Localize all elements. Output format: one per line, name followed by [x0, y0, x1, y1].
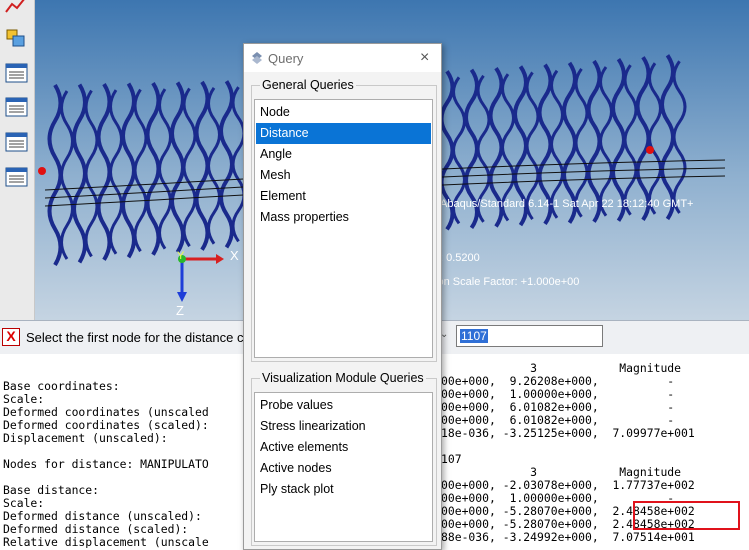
mesh-ring	[660, 54, 675, 221]
report-icon[interactable]	[3, 129, 30, 156]
mesh-ring	[219, 80, 234, 249]
mesh-ring	[182, 87, 197, 248]
xy-plot-icon[interactable]	[3, 0, 30, 19]
general-queries-list[interactable]: Node Distance Angle Mesh Element Mass propert…	[254, 99, 433, 358]
toolbox	[0, 0, 35, 320]
query-item-distance[interactable]: Distance	[256, 123, 431, 144]
mesh-ring	[145, 81, 161, 256]
triad-x-label: X	[230, 248, 239, 263]
mesh-ring	[72, 83, 87, 264]
triad-z-label: Z	[176, 303, 184, 318]
mesh-ring	[574, 67, 589, 218]
visualization-queries-label: Visualization Module Queries	[260, 371, 426, 385]
prompt-text: Select the first node for the distance c	[26, 330, 244, 345]
report-icon[interactable]	[3, 60, 30, 87]
query-item-element[interactable]: Element	[256, 186, 431, 207]
query-item-mass-properties[interactable]: Mass properties	[256, 207, 431, 228]
mesh-ring	[47, 83, 63, 267]
message-value-line: 88e-036, -3.24992e+000, 7.07514e+001	[441, 530, 695, 544]
mesh-ring	[109, 89, 123, 255]
query-item-mesh[interactable]: Mesh	[256, 165, 431, 186]
node-label-input[interactable]: 1107	[456, 325, 603, 347]
close-icon[interactable]: ×	[420, 49, 429, 67]
message-label-line: Nodes for distance: MANIPULATO	[3, 457, 209, 471]
message-value-line: 18e-036, -3.25125e+000, 7.09977e+001	[441, 426, 695, 440]
cancel-procedure-button[interactable]: X	[2, 328, 20, 346]
report-icon[interactable]	[3, 164, 30, 191]
vis-query-item-active-elements[interactable]: Active elements	[256, 437, 431, 458]
mesh-ring	[84, 89, 99, 258]
query-dialog: Query × General Queries Node Distance Angl…	[243, 43, 442, 550]
mesh-ring	[133, 88, 148, 253]
mesh-ring	[623, 64, 638, 216]
viewport-info-line-2: : 0.5200	[440, 252, 480, 264]
mesh-ring	[599, 66, 613, 217]
selected-node-marker[interactable]	[646, 146, 654, 154]
query-item-angle[interactable]: Angle	[256, 144, 431, 165]
viewport-info-line-1: Abaqus/Standard 6.14-1 Sat Apr 22 18:12:…	[440, 198, 694, 210]
mesh-ring	[60, 90, 74, 260]
dialog-title: Query	[268, 51, 304, 66]
mesh-ring	[635, 56, 651, 221]
vis-query-item-ply-stack-plot[interactable]: Ply stack plot	[256, 479, 431, 500]
query-icon	[252, 52, 262, 64]
visualization-queries-list[interactable]: Probe values Stress linearization Active e…	[254, 392, 433, 542]
mesh-ring	[170, 81, 185, 254]
message-label-line: Relative displacement (unscale	[3, 535, 209, 549]
mesh-ring	[207, 86, 221, 245]
mesh-ring	[96, 83, 112, 261]
mesh-ring	[648, 62, 662, 215]
mesh-ring	[672, 60, 687, 214]
dialog-titlebar[interactable]: Query ×	[244, 44, 441, 72]
general-queries-label: General Queries	[260, 78, 356, 92]
distance-highlight-box	[633, 501, 740, 530]
mesh-ring	[158, 88, 172, 250]
node-label-value: 1107	[460, 329, 488, 343]
vis-query-item-active-nodes[interactable]: Active nodes	[256, 458, 431, 479]
vis-query-item-stress-linearization[interactable]: Stress linearization	[256, 416, 431, 437]
mesh-ring	[611, 57, 626, 222]
mesh-ring	[550, 69, 564, 219]
message-label-line: Displacement (unscaled):	[3, 431, 168, 445]
vis-query-item-probe-values[interactable]: Probe values	[256, 395, 431, 416]
report-icon[interactable]	[3, 94, 30, 121]
viewport-info-line-3: tion Scale Factor: +1.000e+00	[432, 276, 580, 288]
mesh-ring	[121, 82, 136, 259]
selected-node-marker[interactable]	[38, 167, 46, 175]
mesh-ring	[194, 80, 210, 251]
triad-y-label: Y	[177, 250, 185, 262]
display-group-icon[interactable]	[3, 25, 30, 52]
query-item-node[interactable]: Node	[256, 102, 431, 123]
